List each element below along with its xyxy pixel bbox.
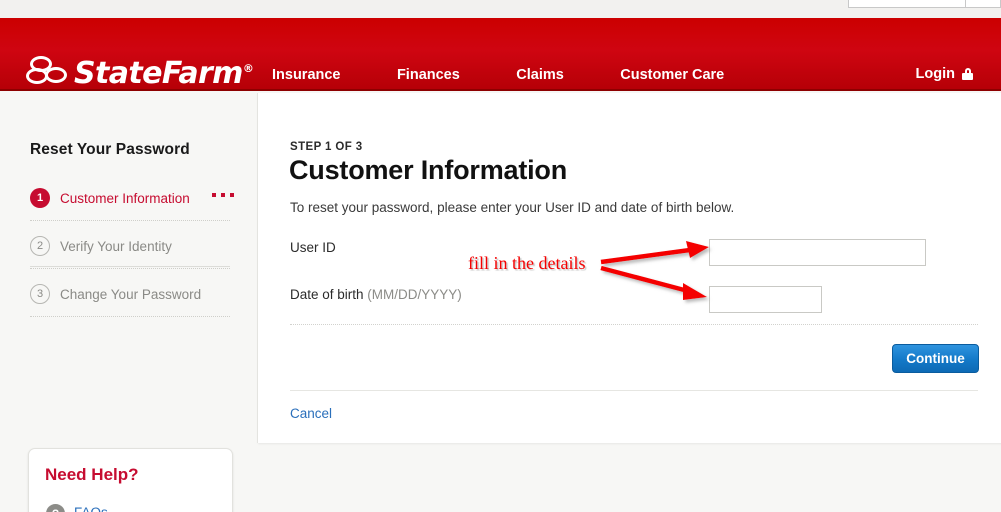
date-of-birth-input[interactable] <box>709 286 822 313</box>
sidebar-item-label: Customer Information <box>60 190 190 206</box>
page-subtitle: To reset your password, please enter you… <box>290 200 735 215</box>
date-of-birth-label-text: Date of birth <box>290 287 368 302</box>
step-kicker: STEP 1 OF 3 <box>290 141 363 153</box>
sidebar-title: Reset Your Password <box>30 141 190 158</box>
search-input[interactable] <box>848 0 966 8</box>
nav-item-finances[interactable]: Finances <box>397 67 460 83</box>
step-number-badge: 3 <box>30 284 50 304</box>
search-button[interactable] <box>966 0 1001 8</box>
user-id-label: User ID <box>290 240 336 255</box>
main-nav: Insurance Finances Claims Customer Care <box>272 66 776 84</box>
continue-button[interactable]: Continue <box>892 344 979 373</box>
lock-icon <box>962 68 973 80</box>
need-help-title: Need Help? <box>45 465 139 484</box>
date-format-hint: (MM/DD/YYYY) <box>367 287 462 302</box>
sidebar: Reset Your Password 1 Customer Informati… <box>0 93 257 512</box>
main-panel: STEP 1 OF 3 Customer Information To rese… <box>257 93 1001 443</box>
step-progress-dots <box>212 193 234 197</box>
sidebar-divider <box>30 316 230 317</box>
top-strip: ▼ <box>0 0 1001 18</box>
sidebar-item-change-your-password[interactable]: 3 Change Your Password <box>30 274 201 314</box>
site-header: StateFarm® Insurance Finances Claims Cus… <box>0 18 1001 91</box>
sidebar-item-label: Change Your Password <box>60 286 202 302</box>
sidebar-item-verify-your-identity[interactable]: 2 Verify Your Identity <box>30 226 172 266</box>
page-title: Customer Information <box>289 155 568 185</box>
step-number-badge: 1 <box>30 188 50 208</box>
statefarm-logo[interactable]: StateFarm® <box>26 54 254 91</box>
footer-divider <box>290 390 978 391</box>
sidebar-item-customer-information[interactable]: 1 Customer Information <box>30 178 190 218</box>
brand-text: StateFarm <box>74 55 243 91</box>
sidebar-divider <box>30 268 230 269</box>
faqs-link[interactable]: FAQs <box>74 505 108 512</box>
nav-item-insurance[interactable]: Insurance <box>272 67 341 83</box>
date-of-birth-label: Date of birth (MM/DD/YYYY) <box>290 287 462 302</box>
sidebar-divider <box>30 220 230 221</box>
user-id-input[interactable] <box>709 239 926 266</box>
question-mark-icon: ? <box>46 504 65 512</box>
sidebar-item-label: Verify Your Identity <box>60 238 172 254</box>
cancel-link[interactable]: Cancel <box>290 406 332 421</box>
registered-mark: ® <box>242 61 254 75</box>
step-number-badge: 2 <box>30 236 50 256</box>
nav-item-customer-care[interactable]: Customer Care <box>620 67 724 83</box>
login-button[interactable]: Login <box>916 66 973 82</box>
statefarm-ovals-logo-icon <box>26 56 70 86</box>
nav-item-claims[interactable]: Claims <box>516 67 564 83</box>
brand-name: StateFarm® <box>74 54 254 91</box>
need-help-box: Need Help? ? FAQs More Help <box>28 448 233 512</box>
page-root: ▼ StateFarm® Insurance Finances Claims C… <box>0 0 1001 512</box>
login-label: Login <box>915 66 955 82</box>
form-divider <box>290 324 978 325</box>
sidebar-divider <box>30 266 230 267</box>
